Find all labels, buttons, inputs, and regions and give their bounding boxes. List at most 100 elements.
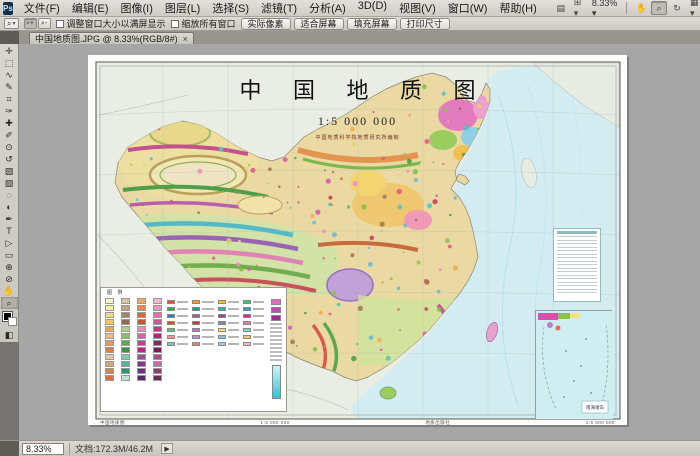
fill-screen-button[interactable]: 填充屏幕 xyxy=(347,18,397,30)
menu-item[interactable]: 帮助(H) xyxy=(493,0,542,17)
menu-item[interactable]: 文件(F) xyxy=(18,0,66,17)
zoom-in-button[interactable]: ⌕+ xyxy=(24,18,37,29)
table-row xyxy=(557,282,597,283)
photoshop-logo-icon[interactable]: Ps xyxy=(3,2,13,15)
status-bar: 8.33% 文档:172.3M/46.2M ▶ xyxy=(0,440,700,456)
clone-stamp-tool[interactable]: ⊙ xyxy=(1,141,18,153)
launch-bridge-icon[interactable]: ▤ xyxy=(553,1,569,15)
color-swatches[interactable] xyxy=(1,311,18,327)
legend-swatch xyxy=(121,333,130,339)
lasso-tool[interactable]: ∿ xyxy=(1,69,18,81)
legend-swatch xyxy=(153,298,162,304)
legend-symbol-row xyxy=(270,347,282,349)
menu-item[interactable]: 图像(I) xyxy=(115,0,159,17)
menu-item[interactable]: 图层(L) xyxy=(159,0,206,17)
table-row xyxy=(557,240,597,241)
table-row xyxy=(557,254,597,255)
legend-entry xyxy=(192,341,213,346)
legend-swatch xyxy=(137,375,146,381)
close-icon[interactable]: × xyxy=(183,35,188,43)
legend-entry xyxy=(192,334,213,339)
legend-swatch xyxy=(271,299,281,305)
quick-mask-button[interactable]: ◧ xyxy=(1,329,18,341)
status-options-button[interactable]: ▶ xyxy=(161,443,173,454)
move-tool[interactable]: ✛ xyxy=(1,45,18,57)
canvas-area[interactable]: 中 国 地 质 图 1:5 000 000 中国地质科学院地质研究所编制 图 例 xyxy=(19,44,700,440)
pen-tool[interactable]: ✒ xyxy=(1,213,18,225)
zoom-icon[interactable]: ⌕ xyxy=(651,1,667,15)
gradient-tool[interactable]: ▧ xyxy=(1,177,18,189)
zoom-out-button[interactable]: ⌕- xyxy=(38,18,51,29)
menu-item[interactable]: 3D(D) xyxy=(352,0,393,17)
legend-swatch xyxy=(121,312,130,318)
crop-tool[interactable]: ⌗ xyxy=(1,93,18,105)
legend-swatch xyxy=(121,298,130,304)
legend-entry xyxy=(218,320,239,325)
table-row xyxy=(557,243,597,244)
legend-swatch xyxy=(137,305,146,311)
rock-type-legend xyxy=(167,291,264,409)
legend-entry xyxy=(192,313,213,318)
legend-symbol-row xyxy=(270,359,282,361)
appbar-tools: ▤⊞ ▾8.33% ▾✋⌕↻▦ ▾⬒ ▾ xyxy=(553,0,700,19)
history-brush-tool[interactable]: ↺ xyxy=(1,153,18,165)
menu-item[interactable]: 分析(A) xyxy=(303,0,352,17)
current-tool-picker[interactable]: ⌕ ▾ xyxy=(4,18,19,29)
3d-orbit-tool[interactable]: ⊘ xyxy=(1,273,18,285)
legend-swatch xyxy=(105,312,114,318)
brush-tool[interactable]: ✐ xyxy=(1,129,18,141)
rotate-view-icon[interactable]: ↻ xyxy=(669,1,685,15)
table-row xyxy=(557,275,597,276)
menu-item[interactable]: 滤镜(T) xyxy=(255,0,303,17)
table-row xyxy=(557,292,597,293)
legend-entry xyxy=(192,327,213,332)
menu-item[interactable]: 编辑(E) xyxy=(66,0,115,17)
3d-rotate-tool[interactable]: ⊕ xyxy=(1,261,18,273)
arrange-documents-icon[interactable]: ▦ ▾ xyxy=(687,1,700,15)
appbar-zoom-level[interactable]: 8.33% ▾ xyxy=(589,0,621,19)
type-tool[interactable]: T xyxy=(1,225,18,237)
menubar: 文件(F)编辑(E)图像(I)图层(L)选择(S)滤镜(T)分析(A)3D(D)… xyxy=(18,0,543,17)
document-tab[interactable]: 中国地质图.JPG @ 8.33%(RGB/8#) × xyxy=(29,32,194,44)
legend-swatch xyxy=(121,326,130,332)
legend-swatch xyxy=(271,315,281,321)
fit-screen-button[interactable]: 适合屏幕 xyxy=(294,18,344,30)
document-page[interactable]: 中 国 地 质 图 1:5 000 000 中国地质科学院地质研究所编制 图 例 xyxy=(88,55,627,425)
legend-swatch xyxy=(153,368,162,374)
eraser-tool[interactable]: ▨ xyxy=(1,165,18,177)
healing-brush-tool[interactable]: ✚ xyxy=(1,117,18,129)
legend-entry xyxy=(167,334,188,339)
hand-icon[interactable]: ✋ xyxy=(633,1,649,15)
resize-windows-label: 调整窗口大小以满屏显示 xyxy=(67,17,166,30)
shape-tool[interactable]: ▭ xyxy=(1,249,18,261)
path-selection-tool[interactable]: ▷ xyxy=(1,237,18,249)
legend-swatch xyxy=(105,368,114,374)
hand-tool[interactable]: ✋ xyxy=(1,285,18,297)
menu-item[interactable]: 选择(S) xyxy=(206,0,255,17)
zoom-percent-input[interactable]: 8.33% xyxy=(22,443,64,455)
dodge-tool[interactable]: ◐ xyxy=(1,201,18,213)
view-extras-icon[interactable]: ⊞ ▾ xyxy=(571,1,587,15)
zoom-tool[interactable]: ⌕ xyxy=(1,297,18,309)
strat-column xyxy=(105,298,114,409)
blur-tool[interactable]: ◌ xyxy=(1,189,18,201)
legend-swatch xyxy=(137,354,146,360)
legend-swatch xyxy=(105,361,114,367)
zoom-all-windows-checkbox[interactable]: 缩放所有窗口 xyxy=(171,17,236,30)
eyedropper-tool[interactable]: ✑ xyxy=(1,105,18,117)
legend-entry xyxy=(167,313,188,318)
background-color[interactable] xyxy=(8,317,17,326)
marquee-tool[interactable]: ⬚ xyxy=(1,57,18,69)
print-size-button[interactable]: 打印尺寸 xyxy=(400,18,450,30)
legend-swatch xyxy=(153,375,162,381)
quick-selection-tool[interactable]: ✎ xyxy=(1,81,18,93)
legend-swatch xyxy=(105,326,114,332)
legend-entry xyxy=(192,306,213,311)
table-row xyxy=(557,236,597,237)
resize-windows-checkbox[interactable]: 调整窗口大小以满屏显示 xyxy=(56,17,166,30)
menu-item[interactable]: 视图(V) xyxy=(393,0,442,17)
actual-pixels-button[interactable]: 实际像素 xyxy=(241,18,291,30)
menu-item[interactable]: 窗口(W) xyxy=(442,0,494,17)
legend-swatch xyxy=(137,312,146,318)
legend-swatch xyxy=(121,340,130,346)
